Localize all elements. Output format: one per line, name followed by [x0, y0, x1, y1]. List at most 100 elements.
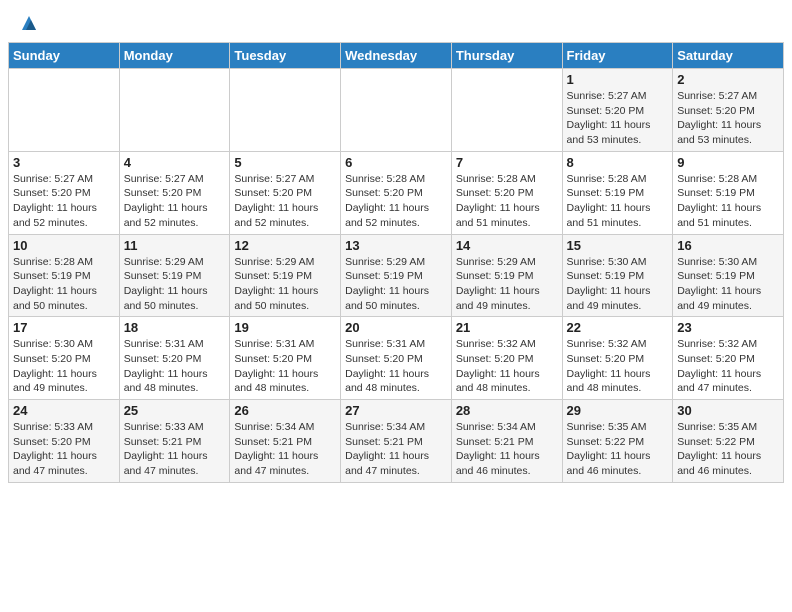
day-number: 7 — [456, 155, 558, 170]
calendar-cell — [341, 69, 452, 152]
calendar-cell — [119, 69, 230, 152]
calendar-cell: 30Sunrise: 5:35 AM Sunset: 5:22 PM Dayli… — [673, 400, 784, 483]
calendar-cell: 17 Sunrise: 5:30 AM Sunset: 5:20 PM Dayli… — [9, 317, 120, 400]
day-info: Sunrise: 5:34 AM Sunset: 5:21 PM Dayligh… — [345, 420, 447, 479]
calendar-cell: 2 Sunrise: 5:27 AM Sunset: 5:20 PM Daylig… — [673, 69, 784, 152]
day-number: 19 — [234, 320, 336, 335]
calendar-cell: 1Sunrise: 5:27 AM Sunset: 5:20 PM Daylig… — [562, 69, 673, 152]
calendar-day-header-friday: Friday — [562, 43, 673, 69]
calendar-week-row: 1 Sunrise: 5:27 AM Sunset: 5:20 PM Daylig… — [9, 69, 784, 152]
day-number: 21 — [456, 320, 558, 335]
day-info: Sunrise: 5:33 AM Sunset: 5:20 PM Dayligh… — [13, 420, 115, 479]
day-info: Sunrise: 5:28 AM Sunset: 5:19 PM Dayligh… — [677, 172, 779, 231]
day-info: Sunrise: 5:31 AM Sunset: 5:20 PM Dayligh… — [124, 337, 226, 396]
calendar-table: SundayMondayTuesdayWednesdayThursdayFrid… — [8, 42, 784, 483]
day-info: Sunrise: 5:29 AM Sunset: 5:19 PM Dayligh… — [345, 255, 447, 314]
day-number: 10 — [13, 238, 115, 253]
day-number: 13 — [345, 238, 447, 253]
calendar-cell — [9, 69, 120, 152]
calendar-day-header-sunday: Sunday — [9, 43, 120, 69]
day-number: 25 — [124, 403, 226, 418]
day-number: 26 — [234, 403, 336, 418]
calendar-week-row: 24 Sunrise: 5:33 AM Sunset: 5:20 PM Dayli… — [9, 400, 784, 483]
calendar-cell: 29 Sunrise: 5:35 AM Sunset: 5:22 PM Dayli… — [562, 400, 673, 483]
day-number: 24 — [13, 403, 115, 418]
calendar-day-header-saturday: Saturday — [673, 43, 784, 69]
calendar-cell: 22 Sunrise: 5:32 AM Sunset: 5:20 PM Dayli… — [562, 317, 673, 400]
day-info: Sunrise: 5:30 AM Sunset: 5:19 PM Dayligh… — [677, 255, 779, 314]
calendar-cell: 3 Sunrise: 5:27 AM Sunset: 5:20 PM Daylig… — [9, 151, 120, 234]
day-info: Sunrise: 5:28 AM Sunset: 5:20 PM Dayligh… — [345, 172, 447, 231]
calendar-cell: 21 Sunrise: 5:32 AM Sunset: 5:20 PM Dayli… — [451, 317, 562, 400]
day-number: 4 — [124, 155, 226, 170]
day-info: Sunrise: 5:27 AM Sunset: 5:20 PM Dayligh… — [234, 172, 336, 231]
day-info: Sunrise: 5:28 AM Sunset: 5:20 PM Dayligh… — [456, 172, 558, 231]
day-number: 15 — [567, 238, 669, 253]
day-info: Sunrise: 5:27 AM Sunset: 5:20 PM Dayligh… — [677, 89, 779, 148]
day-info: Sunrise: 5:32 AM Sunset: 5:20 PM Dayligh… — [456, 337, 558, 396]
calendar-cell: 23 Sunrise: 5:32 AM Sunset: 5:20 PM Dayli… — [673, 317, 784, 400]
day-number: 3 — [13, 155, 115, 170]
day-number: 5 — [234, 155, 336, 170]
calendar-cell: 8 Sunrise: 5:28 AM Sunset: 5:19 PM Daylig… — [562, 151, 673, 234]
calendar-day-header-monday: Monday — [119, 43, 230, 69]
calendar-cell: 27 Sunrise: 5:34 AM Sunset: 5:21 PM Dayli… — [341, 400, 452, 483]
day-number: 23 — [677, 320, 779, 335]
day-number: 14 — [456, 238, 558, 253]
day-info: Sunrise: 5:31 AM Sunset: 5:20 PM Dayligh… — [345, 337, 447, 396]
calendar-cell: 6Sunrise: 5:28 AM Sunset: 5:20 PM Daylig… — [341, 151, 452, 234]
day-number: 27 — [345, 403, 447, 418]
calendar-week-row: 17 Sunrise: 5:30 AM Sunset: 5:20 PM Dayli… — [9, 317, 784, 400]
day-info: Sunrise: 5:34 AM Sunset: 5:21 PM Dayligh… — [456, 420, 558, 479]
calendar-cell: 14 Sunrise: 5:29 AM Sunset: 5:19 PM Dayli… — [451, 234, 562, 317]
calendar-cell: 13 Sunrise: 5:29 AM Sunset: 5:19 PM Dayli… — [341, 234, 452, 317]
day-number: 1 — [567, 72, 669, 87]
day-number: 11 — [124, 238, 226, 253]
day-info: Sunrise: 5:29 AM Sunset: 5:19 PM Dayligh… — [456, 255, 558, 314]
day-info: Sunrise: 5:33 AM Sunset: 5:21 PM Dayligh… — [124, 420, 226, 479]
day-number: 8 — [567, 155, 669, 170]
day-number: 9 — [677, 155, 779, 170]
calendar-cell: 10Sunrise: 5:28 AM Sunset: 5:19 PM Dayli… — [9, 234, 120, 317]
calendar-week-row: 10Sunrise: 5:28 AM Sunset: 5:19 PM Dayli… — [9, 234, 784, 317]
logo — [16, 12, 40, 34]
day-info: Sunrise: 5:29 AM Sunset: 5:19 PM Dayligh… — [124, 255, 226, 314]
calendar-cell: 24 Sunrise: 5:33 AM Sunset: 5:20 PM Dayli… — [9, 400, 120, 483]
day-number: 17 — [13, 320, 115, 335]
calendar-day-header-wednesday: Wednesday — [341, 43, 452, 69]
calendar-cell: 26Sunrise: 5:34 AM Sunset: 5:21 PM Dayli… — [230, 400, 341, 483]
calendar-cell — [451, 69, 562, 152]
logo-icon — [18, 12, 40, 34]
calendar-cell: 25 Sunrise: 5:33 AM Sunset: 5:21 PM Dayli… — [119, 400, 230, 483]
day-info: Sunrise: 5:35 AM Sunset: 5:22 PM Dayligh… — [677, 420, 779, 479]
day-info: Sunrise: 5:30 AM Sunset: 5:19 PM Dayligh… — [567, 255, 669, 314]
calendar-cell: 18 Sunrise: 5:31 AM Sunset: 5:20 PM Dayli… — [119, 317, 230, 400]
day-number: 29 — [567, 403, 669, 418]
calendar-cell: 5 Sunrise: 5:27 AM Sunset: 5:20 PM Daylig… — [230, 151, 341, 234]
calendar-cell — [230, 69, 341, 152]
calendar-cell: 11 Sunrise: 5:29 AM Sunset: 5:19 PM Dayli… — [119, 234, 230, 317]
calendar-header-row: SundayMondayTuesdayWednesdayThursdayFrid… — [9, 43, 784, 69]
calendar-cell: 20 Sunrise: 5:31 AM Sunset: 5:20 PM Dayli… — [341, 317, 452, 400]
day-info: Sunrise: 5:27 AM Sunset: 5:20 PM Dayligh… — [13, 172, 115, 231]
day-number: 18 — [124, 320, 226, 335]
day-info: Sunrise: 5:32 AM Sunset: 5:20 PM Dayligh… — [677, 337, 779, 396]
day-info: Sunrise: 5:28 AM Sunset: 5:19 PM Dayligh… — [567, 172, 669, 231]
calendar-cell: 4 Sunrise: 5:27 AM Sunset: 5:20 PM Daylig… — [119, 151, 230, 234]
day-number: 12 — [234, 238, 336, 253]
day-info: Sunrise: 5:27 AM Sunset: 5:20 PM Dayligh… — [124, 172, 226, 231]
day-number: 16 — [677, 238, 779, 253]
day-info: Sunrise: 5:35 AM Sunset: 5:22 PM Dayligh… — [567, 420, 669, 479]
day-info: Sunrise: 5:29 AM Sunset: 5:19 PM Dayligh… — [234, 255, 336, 314]
day-number: 28 — [456, 403, 558, 418]
day-info: Sunrise: 5:32 AM Sunset: 5:20 PM Dayligh… — [567, 337, 669, 396]
day-number: 2 — [677, 72, 779, 87]
calendar-week-row: 3 Sunrise: 5:27 AM Sunset: 5:20 PM Daylig… — [9, 151, 784, 234]
calendar-day-header-tuesday: Tuesday — [230, 43, 341, 69]
day-number: 20 — [345, 320, 447, 335]
day-info: Sunrise: 5:30 AM Sunset: 5:20 PM Dayligh… — [13, 337, 115, 396]
calendar-cell: 28 Sunrise: 5:34 AM Sunset: 5:21 PM Dayli… — [451, 400, 562, 483]
calendar-day-header-thursday: Thursday — [451, 43, 562, 69]
day-number: 22 — [567, 320, 669, 335]
calendar-cell: 7 Sunrise: 5:28 AM Sunset: 5:20 PM Daylig… — [451, 151, 562, 234]
